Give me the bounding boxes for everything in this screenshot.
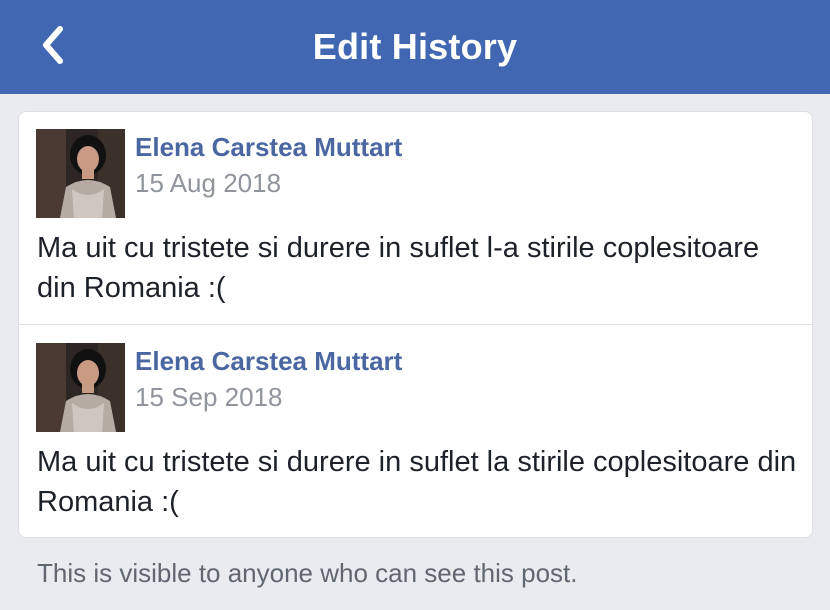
edit-date: 15 Aug 2018 <box>135 168 282 198</box>
edit-history-entry: Elena Carstea Muttart 15 Sep 2018 Ma uit… <box>19 326 812 537</box>
author-name[interactable]: Elena Carstea Muttart <box>135 132 402 163</box>
avatar[interactable] <box>36 129 125 218</box>
post-text: Ma uit cu tristete si durere in suflet l… <box>37 446 797 518</box>
post-text: Ma uit cu tristete si durere in suflet l… <box>37 232 760 304</box>
top-navigation-bar: Edit History <box>0 0 830 94</box>
edit-history-entry: Elena Carstea Muttart 15 Aug 2018 Ma uit… <box>19 112 812 325</box>
page-title: Edit History <box>312 26 518 67</box>
avatar[interactable] <box>36 343 125 432</box>
visibility-note: This is visible to anyone who can see th… <box>37 558 578 588</box>
author-name[interactable]: Elena Carstea Muttart <box>135 346 402 377</box>
edit-history-card: Elena Carstea Muttart 15 Aug 2018 Ma uit… <box>18 111 813 538</box>
edit-date: 15 Sep 2018 <box>135 382 283 412</box>
